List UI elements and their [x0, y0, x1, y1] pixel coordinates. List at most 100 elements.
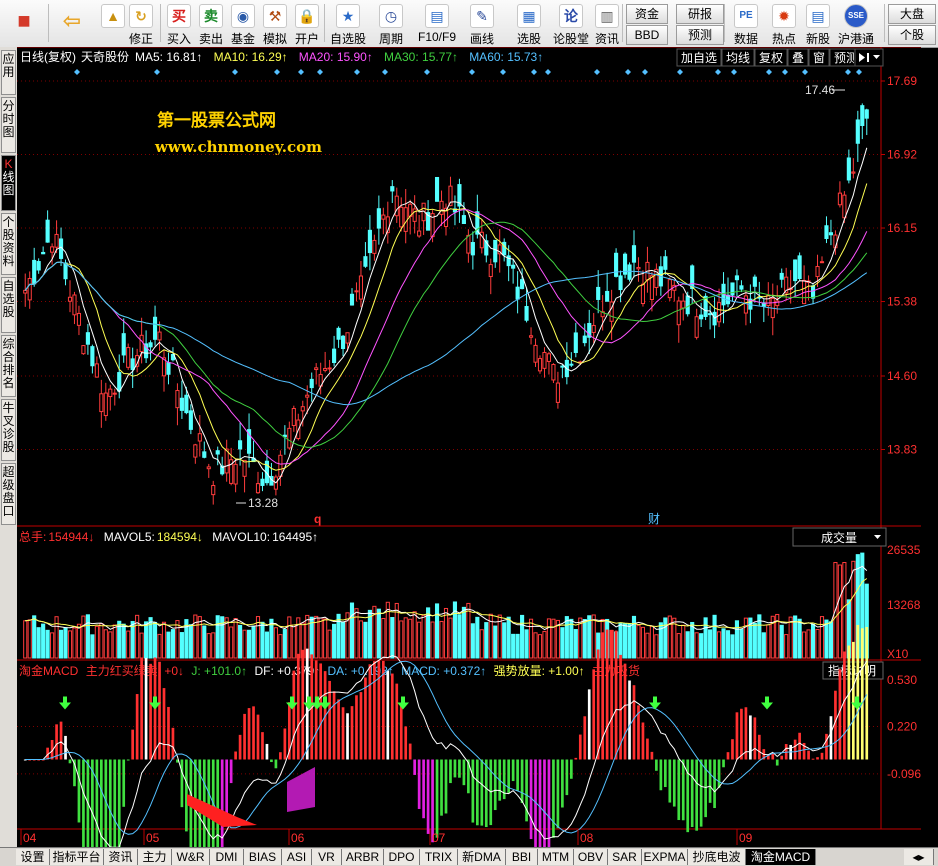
indicator-tab[interactable]: ASI: [282, 849, 312, 865]
volume-bar[interactable]: [50, 632, 55, 659]
macd-histogram-bar[interactable]: [757, 734, 761, 760]
volume-bar[interactable]: [743, 617, 748, 659]
volume-bar[interactable]: [542, 630, 547, 659]
candle-body[interactable]: [130, 358, 135, 371]
indicator-tab[interactable]: BIAS: [244, 849, 282, 865]
macd-histogram-bar[interactable]: [690, 759, 694, 827]
candle-body[interactable]: [855, 119, 860, 144]
volume-bar[interactable]: [403, 617, 408, 659]
volume-bar[interactable]: [417, 621, 422, 659]
candle-body[interactable]: [551, 364, 556, 381]
candle-body[interactable]: [842, 194, 847, 219]
macd-histogram-bar[interactable]: [587, 689, 591, 760]
event-marker-q[interactable]: q: [314, 512, 321, 526]
candle-body[interactable]: [255, 483, 261, 494]
macd-histogram-bar[interactable]: [605, 629, 609, 760]
volume-bar[interactable]: [564, 616, 569, 659]
volume-bar[interactable]: [45, 629, 50, 659]
macd-histogram-bar[interactable]: [404, 726, 408, 760]
macd-histogram-bar[interactable]: [162, 688, 166, 760]
macd-histogram-bar[interactable]: [865, 626, 869, 760]
header-button[interactable]: 均线: [721, 48, 755, 67]
macd-histogram-bar[interactable]: [632, 685, 636, 760]
candle-body[interactable]: [215, 450, 220, 455]
volume-bar[interactable]: [90, 634, 95, 659]
volume-bar[interactable]: [779, 624, 784, 659]
volume-bar[interactable]: [479, 629, 484, 659]
candle-body[interactable]: [287, 427, 292, 449]
macd-histogram-bar[interactable]: [417, 759, 421, 809]
macd-histogram-bar[interactable]: [484, 759, 488, 828]
candle-body[interactable]: [851, 171, 856, 174]
toolbar-small-button[interactable]: 个股: [888, 25, 936, 45]
macd-histogram-bar[interactable]: [95, 759, 99, 848]
volume-bar[interactable]: [551, 618, 556, 659]
macd-histogram-bar[interactable]: [225, 759, 229, 816]
macd-histogram-bar[interactable]: [480, 759, 484, 826]
candle-body[interactable]: [103, 392, 108, 417]
volume-bar[interactable]: [515, 633, 520, 659]
indicator-tab[interactable]: MTM: [538, 849, 574, 865]
candle-body[interactable]: [179, 397, 184, 411]
volume-bar[interactable]: [640, 626, 646, 659]
macd-histogram-bar[interactable]: [471, 759, 475, 823]
volume-bar[interactable]: [475, 616, 480, 659]
candle-body[interactable]: [439, 200, 444, 215]
candle-body[interactable]: [112, 392, 117, 395]
candle-body[interactable]: [278, 454, 283, 477]
indicator-tab[interactable]: ARBR: [342, 849, 384, 865]
volume-bar[interactable]: [627, 623, 632, 659]
candle-body[interactable]: [663, 256, 668, 270]
candle-body[interactable]: [50, 246, 55, 253]
candle-body[interactable]: [23, 289, 28, 294]
macd-histogram-bar[interactable]: [565, 759, 569, 796]
volume-bar[interactable]: [537, 634, 543, 659]
candle-body[interactable]: [569, 363, 574, 366]
candle-body[interactable]: [694, 316, 699, 338]
candle-body[interactable]: [81, 345, 86, 355]
candle-body[interactable]: [376, 208, 381, 229]
macd-histogram-bar[interactable]: [655, 759, 658, 771]
candle-body[interactable]: [157, 331, 162, 341]
candle-body[interactable]: [394, 195, 399, 217]
macd-histogram-bar[interactable]: [395, 683, 399, 760]
volume-bar[interactable]: [157, 633, 162, 659]
candle-body[interactable]: [206, 466, 211, 470]
macd-histogram-bar[interactable]: [780, 755, 784, 760]
macd-histogram-bar[interactable]: [749, 715, 752, 760]
candle-body[interactable]: [734, 275, 740, 281]
toolbar-button-back-arrow[interactable]: ⇦: [52, 2, 92, 45]
macd-histogram-bar[interactable]: [140, 658, 143, 760]
macd-histogram-bar[interactable]: [390, 673, 394, 760]
candle-body[interactable]: [305, 394, 310, 398]
candle-body[interactable]: [488, 264, 493, 278]
header-button[interactable]: 窗: [808, 48, 830, 67]
volume-bar[interactable]: [41, 623, 46, 659]
volume-bar[interactable]: [161, 621, 167, 659]
volume-bar[interactable]: [828, 621, 834, 659]
volume-bar[interactable]: [381, 618, 386, 659]
macd-histogram-bar[interactable]: [798, 732, 801, 760]
candle-body[interactable]: [45, 219, 50, 243]
volume-bar[interactable]: [197, 616, 202, 659]
macd-histogram-bar[interactable]: [449, 759, 452, 784]
candle-body[interactable]: [716, 302, 722, 323]
macd-histogram-bar[interactable]: [623, 663, 627, 760]
tab-scroll-arrows-icon[interactable]: ◂▸: [904, 849, 934, 865]
candle-body[interactable]: [188, 410, 193, 430]
volume-bar[interactable]: [282, 629, 287, 659]
candle-body[interactable]: [233, 463, 238, 485]
volume-bar[interactable]: [636, 624, 641, 659]
header-button[interactable]: 复权: [754, 48, 788, 67]
macd-histogram-bar[interactable]: [368, 664, 372, 760]
macd-histogram-bar[interactable]: [261, 732, 264, 760]
volume-bar[interactable]: [76, 623, 82, 659]
volume-bar[interactable]: [202, 625, 207, 659]
macd-histogram-bar[interactable]: [422, 759, 425, 819]
volume-bar[interactable]: [716, 631, 722, 659]
volume-bar[interactable]: [233, 618, 238, 659]
toolbar-button-hk-connect[interactable]: SSE 沪港通: [836, 2, 876, 46]
volume-bar[interactable]: [587, 615, 592, 659]
toolbar-button-sell[interactable]: 卖卖出: [196, 2, 226, 46]
macd-histogram-bar[interactable]: [216, 759, 220, 848]
